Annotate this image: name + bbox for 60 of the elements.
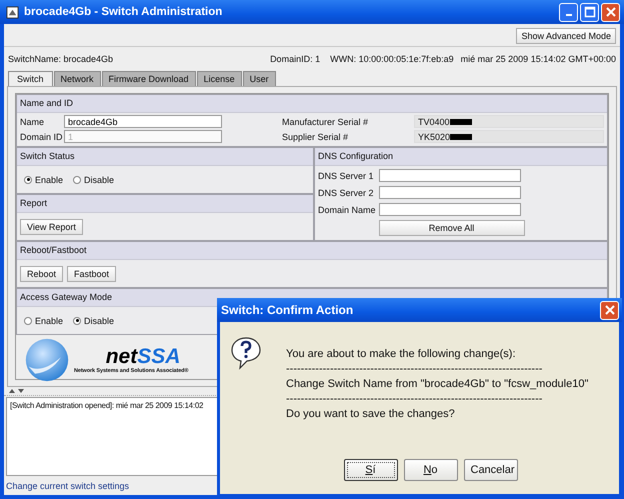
field-label: Manufacturer Serial # <box>282 116 370 126</box>
field-label: Domain Name <box>318 204 376 214</box>
reboot-button[interactable]: Reboot <box>20 266 64 282</box>
dialog-message: Change Switch Name from "brocade4Gb" to "fcsw_module10" <box>286 378 588 390</box>
close-button[interactable] <box>600 300 619 320</box>
remove-all-button[interactable]: Remove All <box>378 220 525 236</box>
field-label: Domain ID <box>20 132 64 142</box>
status-text: Change current switch settings <box>5 480 130 493</box>
dns-field[interactable] <box>378 169 521 182</box>
supplier-serial-field: YK5020 <box>414 130 604 143</box>
date-time-label: mié mar 25 2009 15:14:02 GMT+00:00 <box>460 54 616 64</box>
field-label: Name <box>20 116 46 126</box>
tab[interactable]: Switch <box>8 71 53 86</box>
radio-button[interactable]: Enable <box>24 316 64 326</box>
tab[interactable]: User <box>242 71 276 86</box>
minimize-button[interactable] <box>559 2 578 22</box>
radio-button[interactable]: Enable <box>24 174 64 184</box>
minimize-icon <box>566 14 572 16</box>
app-icon <box>6 6 19 18</box>
dialog-message: ---------------------------------------------------------------------- <box>286 363 544 375</box>
section-header: Report <box>17 195 313 213</box>
dns-field[interactable] <box>378 203 521 216</box>
radio-button[interactable]: Disable <box>73 316 114 326</box>
section-header: DNS Configuration <box>315 148 607 166</box>
section-header: Reboot/Fastboot <box>17 242 607 260</box>
close-icon <box>604 6 616 18</box>
log-line: [Switch Administration opened]: mié mar 25 2009 15:14:02 <box>10 401 204 410</box>
section-header: Switch Status <box>17 148 313 166</box>
dns-field[interactable] <box>378 186 521 199</box>
view-report-button[interactable]: View Report <box>20 218 83 234</box>
show-advanced-mode-button[interactable]: Show Advanced Mode <box>516 28 616 44</box>
field-label: DNS Server 1 <box>318 170 375 180</box>
dialog-button[interactable]: Sí <box>344 459 398 481</box>
maximize-icon <box>584 6 596 18</box>
field-label: Supplier Serial # <box>282 132 350 142</box>
field-label: DNS Server 2 <box>318 188 375 198</box>
close-button[interactable] <box>601 2 620 22</box>
reboot-button[interactable]: Fastboot <box>67 266 116 282</box>
tab[interactable]: Network <box>54 71 101 86</box>
question-icon <box>230 336 262 370</box>
logo-text: net <box>106 345 138 368</box>
radio-button[interactable]: Disable <box>73 174 114 184</box>
dialog-message: Do you want to save the changes? <box>286 408 456 420</box>
switch-name-label: SwitchName: brocade4Gb <box>8 54 114 64</box>
dialog-button[interactable]: No <box>404 459 458 481</box>
wwn-label: WWN: 10:00:00:05:1e:7f:eb:a9 <box>330 54 454 64</box>
name-field[interactable]: brocade4Gb <box>64 115 222 128</box>
domain-id-label: DomainID: 1 <box>270 54 320 64</box>
close-icon <box>604 304 616 316</box>
dialog-message: You are about to make the following change(s): <box>286 348 517 360</box>
dialog-button[interactable]: Cancelar <box>464 459 518 481</box>
window-title: brocade4Gb - Switch Administration <box>24 6 224 18</box>
sphere-logo-icon <box>24 337 70 383</box>
tab[interactable]: Firmware Download <box>102 71 196 86</box>
logo-text: SSA <box>137 345 180 368</box>
section-header: Name and ID <box>17 95 607 113</box>
dialog-message: ---------------------------------------------------------------------- <box>286 393 544 405</box>
maximize-button[interactable] <box>580 2 599 22</box>
tab[interactable]: License <box>196 71 242 86</box>
manufacturer-serial-field: TV0400 <box>414 115 604 128</box>
